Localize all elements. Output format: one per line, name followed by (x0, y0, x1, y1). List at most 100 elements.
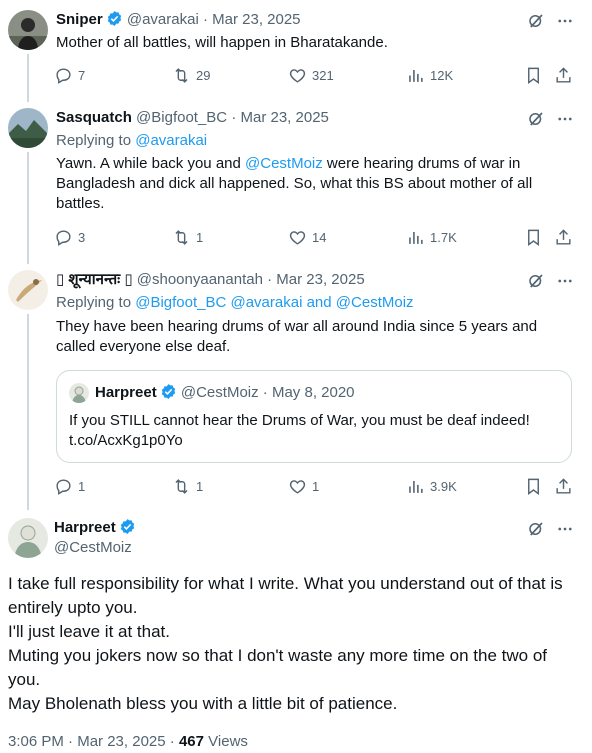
reply-button[interactable]: 1 (54, 476, 85, 496)
reply-button[interactable]: 3 (54, 227, 85, 247)
reply-and-label: and (306, 294, 332, 311)
reply-button[interactable]: 7 (54, 65, 85, 85)
views-button[interactable]: 3.9K (406, 476, 457, 496)
more-icon[interactable] (556, 12, 574, 30)
timestamp[interactable]: Mar 23, 2025 (276, 271, 364, 288)
tweet-text: Yawn. A while back you and @CestMoiz wer… (56, 154, 566, 214)
separator: · (68, 733, 74, 750)
views-button[interactable]: 1.7K (406, 227, 457, 247)
tweet-header: ▯ शून्यानन्तः ▯ @shoonyaanantah · Mar 23… (56, 270, 365, 290)
views-button[interactable]: 12K (406, 65, 453, 85)
retweet-icon (172, 66, 191, 85)
retweet-count: 29 (196, 67, 211, 83)
main-tweet-text: I take full responsibility for what I wr… (8, 572, 578, 716)
mention-link[interactable]: @CestMoiz (336, 294, 414, 311)
views-icon (406, 477, 425, 496)
handle[interactable]: @CestMoiz (54, 538, 132, 558)
share-button[interactable] (554, 227, 573, 247)
grok-icon[interactable] (527, 12, 545, 30)
quote-header: Harpreet @CestMoiz · May 8, 2020 (95, 383, 355, 403)
text-line: I take full responsibility for what I wr… (8, 574, 563, 617)
views-icon (406, 228, 425, 247)
replying-to-label: Replying to (56, 132, 132, 149)
like-button[interactable]: 14 (288, 227, 326, 247)
reply-icon (54, 477, 73, 496)
display-name[interactable]: Harpreet (54, 518, 136, 538)
retweet-button[interactable]: 1 (172, 476, 203, 496)
more-icon[interactable] (556, 272, 574, 290)
verified-icon (160, 383, 177, 400)
tweet-header: Sasquatch @Bigfoot_BC · Mar 23, 2025 (56, 108, 329, 128)
quote-text: If you STILL cannot hear the Drums of Wa… (69, 412, 530, 449)
like-count: 1 (312, 478, 320, 494)
view-count: 12K (430, 67, 454, 83)
avatar[interactable] (8, 10, 48, 50)
timestamp[interactable]: Mar 23, 2025 (240, 109, 328, 126)
bookmark-button[interactable] (524, 65, 543, 85)
reply-count: 1 (78, 478, 86, 494)
retweet-button[interactable]: 29 (172, 65, 210, 85)
replying-to: Replying to @Bigfoot_BC @avarakai and @C… (56, 293, 414, 313)
bookmark-button[interactable] (524, 476, 543, 496)
grok-icon[interactable] (527, 520, 545, 538)
bookmark-button[interactable] (524, 227, 543, 247)
display-name[interactable]: ▯ शून्यानन्तः ▯ (56, 271, 133, 288)
post-time[interactable]: 3:06 PM (8, 733, 64, 750)
timestamp[interactable]: Mar 23, 2025 (212, 11, 300, 28)
handle: @CestMoiz (180, 384, 259, 401)
post-date[interactable]: Mar 23, 2025 (77, 733, 165, 750)
display-name-text: Harpreet (54, 519, 116, 536)
text-line: Muting you jokers now so that I don't wa… (8, 646, 548, 689)
timestamp: May 8, 2020 (271, 384, 355, 401)
thread-line (27, 152, 29, 264)
action-bar: 1 1 1 3.9K (54, 476, 574, 496)
text-line: I'll just leave it at that. (8, 622, 170, 641)
reply-count: 3 (78, 229, 86, 245)
handle[interactable]: @shoonyaanantah (137, 271, 263, 288)
tweet-sasquatch[interactable]: Sasquatch @Bigfoot_BC · Mar 23, 2025 Rep… (0, 102, 592, 264)
share-button[interactable] (554, 476, 573, 496)
mention-link[interactable]: @CestMoiz (245, 155, 323, 172)
tweet-sniper[interactable]: Sniper @avarakai · Mar 23, 2025 Mother o… (0, 0, 592, 102)
tweet-shoonyaanantah[interactable]: ▯ शून्यानन्तः ▯ @shoonyaanantah · Mar 23… (0, 264, 592, 510)
views-label: Views (208, 733, 248, 750)
bookmark-icon (524, 66, 543, 85)
more-icon[interactable] (556, 520, 574, 538)
grok-icon[interactable] (527, 272, 545, 290)
quote-tweet[interactable]: Harpreet @CestMoiz · May 8, 2020 If you … (56, 370, 572, 463)
tweet-text: Mother of all battles, will happen in Bh… (56, 34, 388, 51)
display-name[interactable]: Sasquatch (56, 109, 132, 126)
handle[interactable]: @Bigfoot_BC (136, 109, 227, 126)
action-bar: 3 1 14 1.7K (54, 227, 574, 247)
separator: · (262, 384, 268, 401)
more-icon[interactable] (556, 110, 574, 128)
separator: · (202, 11, 208, 28)
retweet-icon (172, 228, 191, 247)
retweet-button[interactable]: 1 (172, 227, 203, 247)
avatar[interactable] (8, 108, 48, 148)
display-name: Harpreet (95, 384, 157, 401)
like-button[interactable]: 321 (288, 65, 334, 85)
mention-link[interactable]: @avarakai (135, 132, 207, 149)
reply-count: 7 (78, 67, 86, 83)
retweet-count: 1 (196, 229, 204, 245)
like-count: 321 (312, 67, 334, 83)
reply-icon (54, 228, 73, 247)
view-count: 3.9K (430, 478, 457, 494)
like-button[interactable]: 1 (288, 476, 319, 496)
like-icon (288, 66, 307, 85)
display-name[interactable]: Sniper (56, 11, 103, 28)
avatar[interactable] (8, 518, 48, 558)
handle[interactable]: @avarakai (127, 11, 199, 28)
mention-link[interactable]: @Bigfoot_BC @avarakai (135, 294, 302, 311)
tweet-meta: 3:06 PM · Mar 23, 2025 · 467 Views (8, 732, 248, 752)
view-count: 1.7K (430, 229, 457, 245)
bookmark-icon (524, 477, 543, 496)
tweet-text: They have been hearing drums of war all … (56, 318, 538, 355)
avatar[interactable] (8, 270, 48, 310)
grok-icon[interactable] (527, 110, 545, 128)
bookmark-icon (524, 228, 543, 247)
separator: · (231, 109, 237, 126)
share-icon (554, 228, 573, 247)
share-button[interactable] (554, 65, 573, 85)
